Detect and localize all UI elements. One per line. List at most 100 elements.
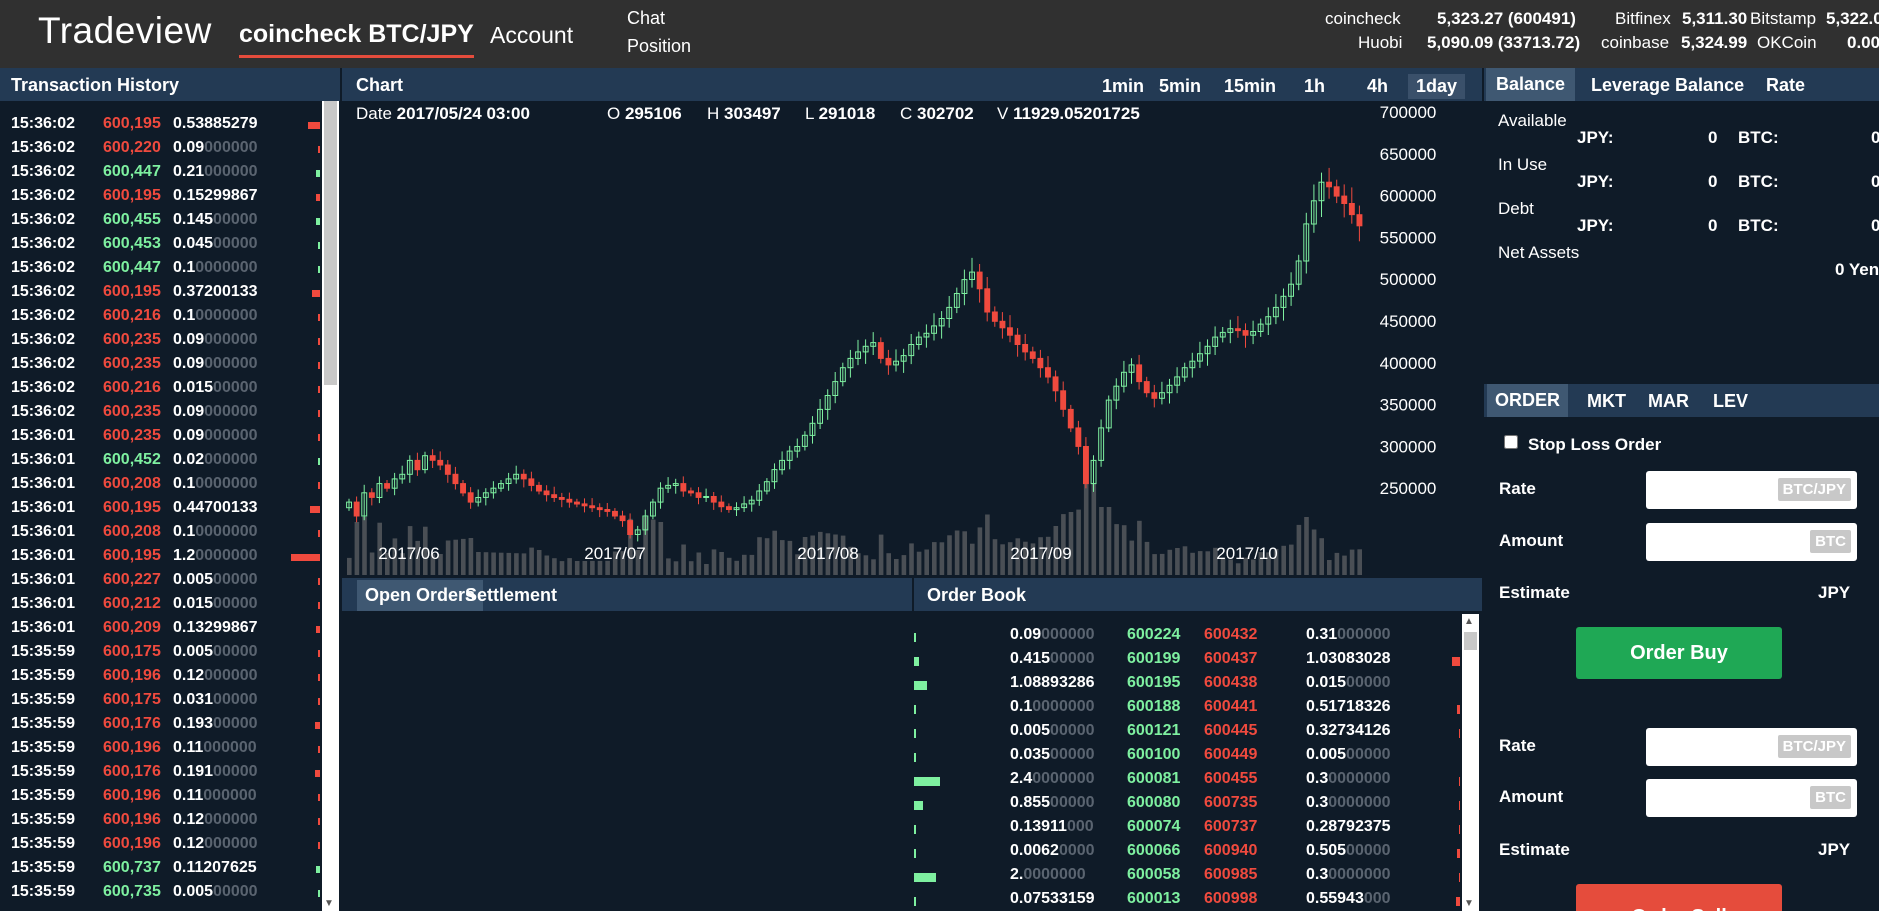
buy-rate-input[interactable] — [1654, 477, 1774, 503]
scroll-down-icon[interactable]: ▼ — [1464, 898, 1474, 909]
net-assets-label: Net Assets — [1498, 243, 1580, 262]
ask-amount: 0.00500000 — [1306, 746, 1391, 764]
transaction-scrollbar[interactable]: ▼ — [322, 101, 339, 911]
tab-balance[interactable]: Balance — [1486, 68, 1576, 101]
bid-depth-bar — [914, 801, 923, 810]
candle-body — [976, 271, 983, 290]
btc-value: 0 — [1871, 172, 1879, 191]
tx-amount-padding: 000000 — [204, 139, 258, 156]
transaction-row: 15:36:02 600,216 0.01500000 — [0, 379, 322, 403]
volume-bar — [954, 530, 960, 575]
tx-price: 600,195 — [103, 115, 161, 132]
ask-amount-value: 0.31 — [1306, 626, 1338, 643]
buy-rate-input-box[interactable]: BTC/JPY — [1646, 471, 1857, 509]
volume-bar — [1205, 551, 1211, 575]
transaction-row: 15:36:01 600,195 1.20000000 — [0, 547, 322, 571]
order-book-row[interactable]: 1.08893286 600195 600438 0.01500000 — [912, 674, 1460, 698]
tab-mkt[interactable]: MKT — [1587, 391, 1626, 412]
tab-order[interactable]: ORDER — [1487, 384, 1569, 417]
buy-amount-input-box[interactable]: BTC — [1646, 523, 1857, 561]
order-book-row[interactable]: 2.0000000 600058 600985 0.30000000 — [912, 866, 1460, 890]
order-book-row[interactable]: 0.85500000 600080 600735 0.30000000 — [912, 794, 1460, 818]
timeframe-1h[interactable]: 1h — [1296, 74, 1333, 99]
stop-loss-checkbox[interactable] — [1504, 435, 1518, 449]
sell-rate-input-box[interactable]: BTC/JPY — [1646, 728, 1857, 766]
scrollbar-thumb[interactable] — [1464, 632, 1477, 650]
order-buy-button[interactable]: Order Buy — [1576, 627, 1782, 679]
nav-position[interactable]: Position — [627, 36, 691, 57]
order-book-row[interactable]: 0.13911000 600074 600737 0.28792375 — [912, 818, 1460, 842]
candle-body — [718, 501, 725, 508]
jpy-label: JPY: — [1577, 172, 1614, 191]
order-book-row[interactable]: 0.41500000 600199 600437 1.03083028 — [912, 650, 1460, 674]
ask-amount-padding: 00000 — [1346, 842, 1391, 859]
tx-price: 600,235 — [103, 427, 161, 444]
order-book-row[interactable]: 0.10000000 600188 600441 0.51718326 — [912, 698, 1460, 722]
nav-account[interactable]: Account — [490, 22, 573, 49]
tx-amount-value: 0.15299867 — [173, 187, 258, 204]
tx-volume-bar — [318, 650, 320, 657]
order-book-row[interactable]: 0.09000000 600224 600432 0.31000000 — [912, 626, 1460, 650]
volume-bar — [559, 561, 565, 575]
tx-amount-value: 0.11 — [173, 739, 204, 756]
tx-amount-value: 0.53885279 — [173, 115, 258, 132]
bid-amount: 0.00620000 — [1010, 842, 1095, 860]
order-book-row[interactable]: 0.00500000 600121 600445 0.32734126 — [912, 722, 1460, 746]
timeframe-4h[interactable]: 4h — [1359, 74, 1396, 99]
y-tick-label: 550000 — [1380, 228, 1437, 247]
sell-rate-input[interactable] — [1654, 734, 1774, 760]
tx-time: 15:36:01 — [11, 499, 76, 516]
timeframe-1min[interactable]: 1min — [1094, 74, 1152, 99]
scroll-down-icon[interactable]: ▼ — [324, 898, 334, 909]
scrollbar-thumb[interactable] — [324, 101, 337, 385]
sell-amount-input-box[interactable]: BTC — [1646, 779, 1857, 817]
tab-mar[interactable]: MAR — [1648, 391, 1689, 412]
volume-bar — [772, 530, 777, 575]
sell-amount-input[interactable] — [1654, 785, 1774, 811]
order-book-row[interactable]: 0.03500000 600100 600449 0.00500000 — [912, 746, 1460, 770]
ask-amount: 0.31000000 — [1306, 626, 1391, 644]
tx-price: 600,196 — [103, 787, 161, 804]
order-sell-button[interactable]: Order Sell — [1576, 884, 1782, 911]
order-book-row[interactable]: 2.40000000 600081 600455 0.30000000 — [912, 770, 1460, 794]
tx-amount-padding: 00000 — [213, 715, 258, 732]
candle-body — [627, 520, 634, 536]
transaction-row: 15:36:02 600,235 0.09000000 — [0, 403, 322, 427]
orderbook-scrollbar[interactable]: ▲ ▼ — [1462, 614, 1479, 911]
tab-lev[interactable]: LEV — [1713, 391, 1748, 412]
ask-amount-value: 0.32734126 — [1306, 722, 1391, 739]
transaction-row: 15:36:02 600,455 0.14500000 — [0, 211, 322, 235]
chart-area[interactable]: Date 2017/05/24 03:00 O 295106 H 303497 … — [342, 101, 1482, 577]
ticker-value: 5,322.0 — [1826, 9, 1879, 28]
scroll-up-icon[interactable]: ▲ — [1464, 616, 1474, 627]
bid-price: 600195 — [1127, 674, 1181, 691]
timeframe-1day[interactable]: 1day — [1408, 74, 1466, 99]
order-book-list: 0.09000000 600224 600432 0.31000000 0.415000… — [912, 626, 1460, 911]
volume-bar — [1342, 555, 1347, 575]
tab-leverage-balance[interactable]: Leverage Balance — [1591, 75, 1744, 96]
timeframe-5min[interactable]: 5min — [1151, 74, 1209, 99]
volume-bar — [916, 551, 922, 575]
buy-amount-input[interactable] — [1654, 529, 1774, 555]
ask-price: 600449 — [1204, 746, 1258, 763]
panel-title: Transaction History — [11, 75, 180, 95]
volume-bar — [992, 539, 998, 575]
bid-amount-padding: 00000 — [1050, 650, 1095, 667]
timeframe-15min[interactable]: 15min — [1216, 74, 1284, 99]
ask-amount-value: 0.505 — [1306, 842, 1347, 859]
tx-amount-value: 0.11207625 — [173, 859, 257, 876]
tx-amount-padding: 0000000 — [195, 307, 258, 324]
transaction-row: 15:36:02 600,195 0.53885279 — [0, 115, 322, 139]
volume-bar — [742, 554, 747, 575]
order-book-row[interactable]: 0.00620000 600066 600940 0.50500000 — [912, 842, 1460, 866]
tx-volume-bar — [318, 602, 320, 609]
order-book-row[interactable]: 0.07533159 600013 600998 0.55943000 — [912, 890, 1460, 911]
tab-rate[interactable]: Rate — [1766, 75, 1805, 96]
tx-time: 15:36:02 — [11, 307, 76, 324]
ticker-name: coinbase — [1601, 33, 1670, 52]
nav-chat[interactable]: Chat — [627, 8, 665, 29]
tab-settlement[interactable]: Settlement — [465, 585, 557, 606]
nav-market[interactable]: coincheck BTC/JPY — [239, 20, 474, 58]
candle-body — [1333, 186, 1340, 197]
transaction-row: 15:35:59 600,737 0.11207625 — [0, 859, 322, 883]
